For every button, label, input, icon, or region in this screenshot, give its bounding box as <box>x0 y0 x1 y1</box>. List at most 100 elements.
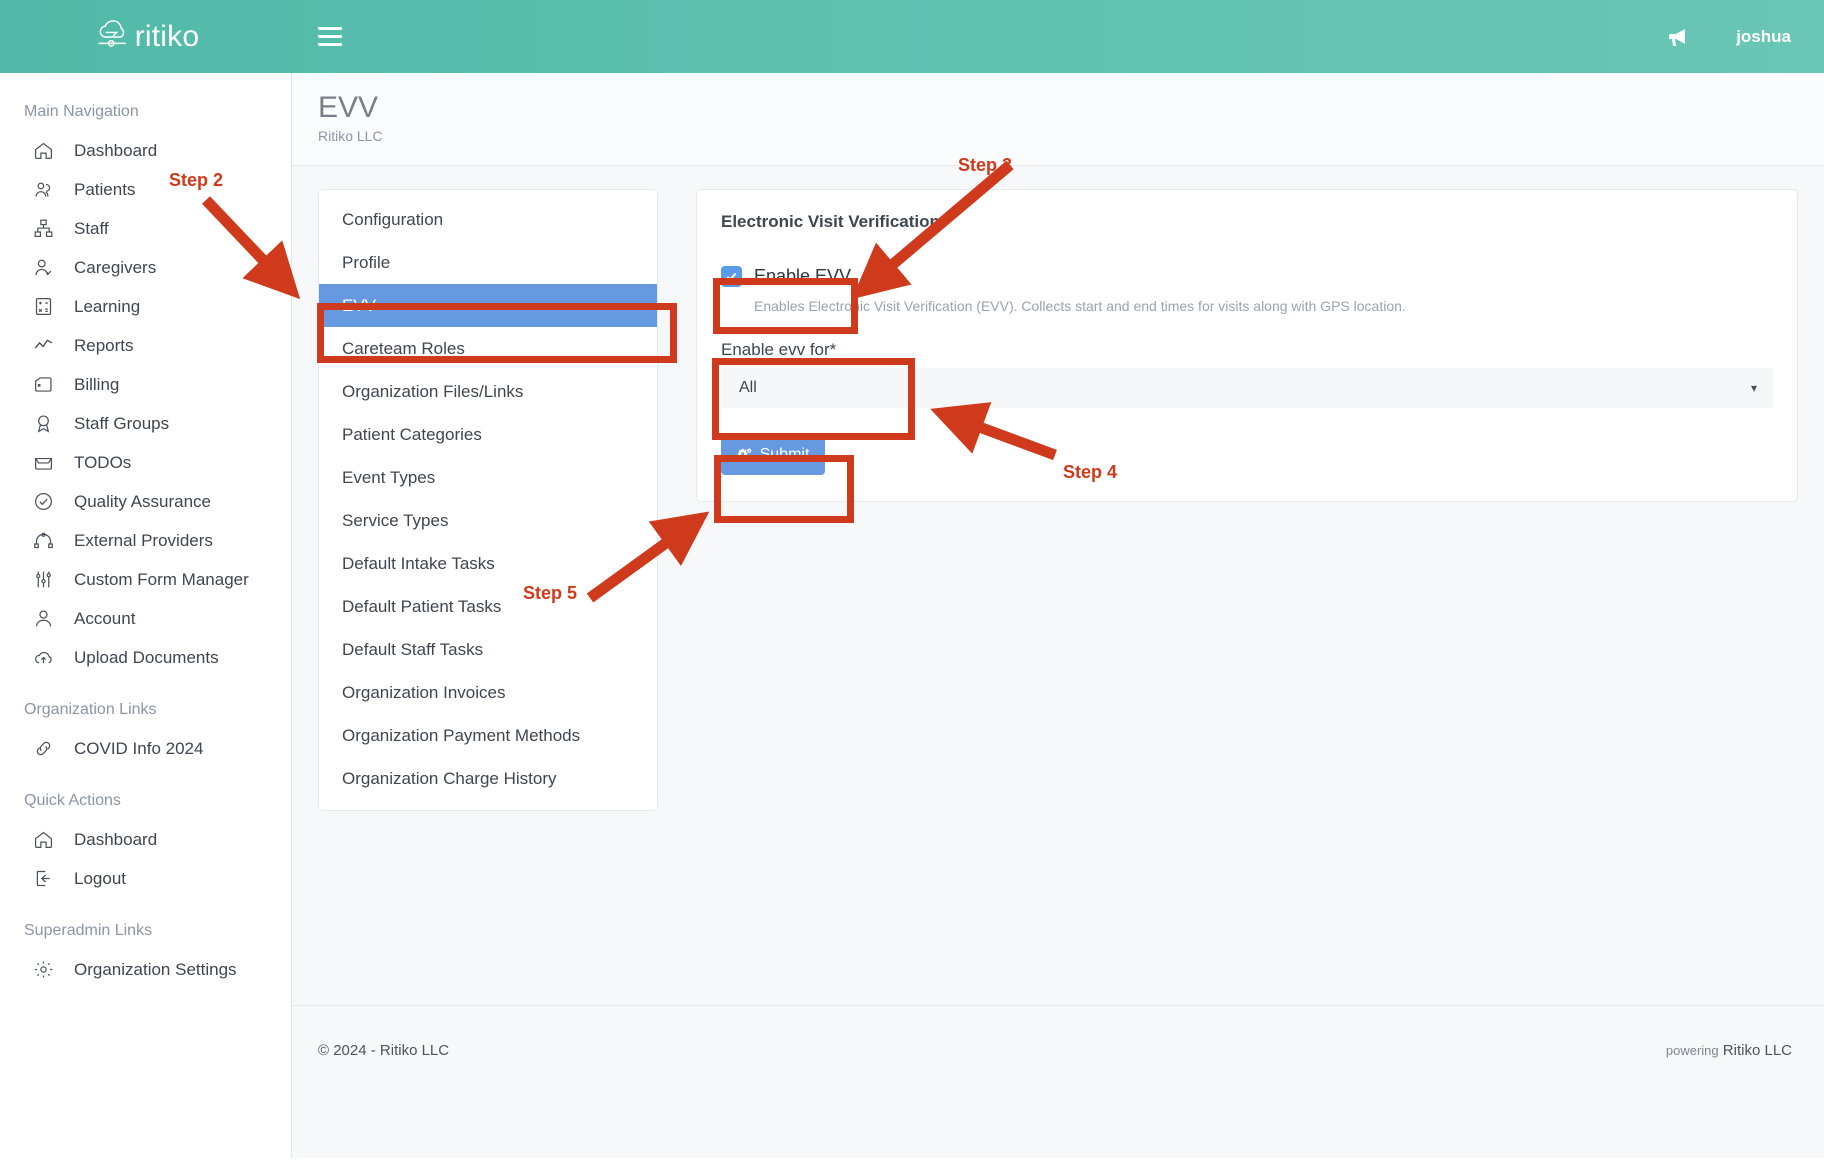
brand-logo-link[interactable]: ritiko <box>0 0 292 73</box>
wallet-icon <box>32 374 54 396</box>
config-item-default-intake-tasks[interactable]: Default Intake Tasks <box>319 542 657 585</box>
footer-powering-brand: Ritiko LLC <box>1723 1042 1792 1059</box>
sidebar-heading-organization-links: Organization Links <box>0 677 291 729</box>
panel-title: Electronic Visit Verification <box>721 212 1773 232</box>
award-icon <box>32 413 54 435</box>
sidebar-item-logout[interactable]: Logout <box>0 859 291 898</box>
sidebar-item-custom-form-manager[interactable]: Custom Form Manager <box>0 560 291 599</box>
page-title: EVV <box>318 91 1824 125</box>
sidebar-item-patients[interactable]: Patients <box>0 170 291 209</box>
user-check-icon <box>32 257 54 279</box>
config-item-service-types[interactable]: Service Types <box>319 499 657 542</box>
sidebar-item-caregivers[interactable]: Caregivers <box>0 248 291 287</box>
hamburger-menu-icon[interactable] <box>318 22 348 52</box>
logout-icon <box>32 868 54 890</box>
sidebar-item-label: Organization Settings <box>74 960 237 980</box>
sidebar-item-staff[interactable]: Staff <box>0 209 291 248</box>
brand-name: ritiko <box>135 20 200 54</box>
sidebar-item-quick-dashboard[interactable]: Dashboard <box>0 820 291 859</box>
home-icon <box>32 829 54 851</box>
config-item-default-patient-tasks[interactable]: Default Patient Tasks <box>319 585 657 628</box>
footer-powering: powering Ritiko LLC <box>1666 1042 1792 1059</box>
sidebar-item-quality-assurance[interactable]: Quality Assurance <box>0 482 291 521</box>
calculator-icon <box>32 296 54 318</box>
sidebar-item-label: Reports <box>74 336 134 356</box>
sidebar-item-label: Account <box>74 609 135 629</box>
sidebar: Main Navigation Dashboard Patients Staff… <box>0 73 292 1158</box>
sidebar-item-covid-info-2024[interactable]: COVID Info 2024 <box>0 729 291 768</box>
config-item-organization-invoices[interactable]: Organization Invoices <box>319 671 657 714</box>
checkmark-icon <box>725 270 738 283</box>
config-item-patient-categories[interactable]: Patient Categories <box>319 413 657 456</box>
enable-evv-row: Enable EVV <box>721 266 1773 287</box>
inbox-icon <box>32 452 54 474</box>
sliders-icon <box>32 569 54 591</box>
submit-button[interactable]: Submit <box>721 434 825 475</box>
sidebar-item-label: Staff <box>74 219 109 239</box>
sidebar-item-label: Dashboard <box>74 830 157 850</box>
sidebar-item-label: COVID Info 2024 <box>74 739 203 759</box>
sidebar-item-dashboard[interactable]: Dashboard <box>0 131 291 170</box>
enable-evv-for-label: Enable evv for* <box>721 340 1773 360</box>
enable-evv-label: Enable EVV <box>754 266 851 287</box>
config-item-organization-files-links[interactable]: Organization Files/Links <box>319 370 657 413</box>
sidebar-heading-quick-actions: Quick Actions <box>0 768 291 820</box>
enable-evv-for-value: All <box>739 379 757 397</box>
sidebar-item-label: Patients <box>74 180 135 200</box>
config-item-organization-charge-history[interactable]: Organization Charge History <box>319 757 657 800</box>
cogs-icon <box>737 447 753 463</box>
body-area: Configuration Profile EVV Careteam Roles… <box>292 166 1824 811</box>
sidebar-item-label: External Providers <box>74 531 213 551</box>
config-item-evv[interactable]: EVV <box>319 284 657 327</box>
configuration-menu: Configuration Profile EVV Careteam Roles… <box>318 189 658 811</box>
page-subtitle: Ritiko LLC <box>318 128 1824 144</box>
top-bar-right: joshua <box>1666 24 1824 50</box>
top-bar: ritiko joshua <box>0 0 1824 73</box>
sidebar-item-label: Quality Assurance <box>74 492 211 512</box>
config-item-careteam-roles[interactable]: Careteam Roles <box>319 327 657 370</box>
config-item-configuration[interactable]: Configuration <box>319 198 657 241</box>
chevron-down-icon: ▾ <box>1751 381 1757 395</box>
sidebar-item-todos[interactable]: TODOs <box>0 443 291 482</box>
link-icon <box>32 738 54 760</box>
sidebar-item-reports[interactable]: Reports <box>0 326 291 365</box>
network-icon <box>32 530 54 552</box>
page-header: EVV Ritiko LLC <box>292 73 1824 166</box>
sidebar-item-learning[interactable]: Learning <box>0 287 291 326</box>
sidebar-item-billing[interactable]: Billing <box>0 365 291 404</box>
config-item-default-staff-tasks[interactable]: Default Staff Tasks <box>319 628 657 671</box>
evv-settings-panel: Electronic Visit Verification Enable EVV… <box>696 189 1798 502</box>
sidebar-item-label: Custom Form Manager <box>74 570 249 590</box>
sidebar-item-staff-groups[interactable]: Staff Groups <box>0 404 291 443</box>
sidebar-item-upload-documents[interactable]: Upload Documents <box>0 638 291 677</box>
sidebar-item-account[interactable]: Account <box>0 599 291 638</box>
sidebar-item-label: Staff Groups <box>74 414 169 434</box>
sidebar-item-label: Upload Documents <box>74 648 219 668</box>
home-icon <box>32 140 54 162</box>
user-menu[interactable]: joshua <box>1736 27 1791 47</box>
enable-evv-help-text: Enables Electronic Visit Verification (E… <box>754 298 1773 314</box>
cloud-logo-icon <box>93 17 133 57</box>
sidebar-heading-superadmin-links: Superadmin Links <box>0 898 291 950</box>
enable-evv-checkbox[interactable] <box>721 266 742 287</box>
footer-powering-prefix: powering <box>1666 1043 1719 1058</box>
config-item-organization-payment-methods[interactable]: Organization Payment Methods <box>319 714 657 757</box>
sidebar-item-label: Caregivers <box>74 258 156 278</box>
submit-button-label: Submit <box>760 446 810 464</box>
sidebar-item-organization-settings[interactable]: Organization Settings <box>0 950 291 989</box>
sidebar-item-label: Logout <box>74 869 126 889</box>
sidebar-item-external-providers[interactable]: External Providers <box>0 521 291 560</box>
sidebar-item-label: TODOs <box>74 453 131 473</box>
users-icon <box>32 179 54 201</box>
footer: © 2024 - Ritiko LLC powering Ritiko LLC <box>292 1005 1824 1158</box>
sidebar-heading-main-navigation: Main Navigation <box>0 91 291 131</box>
megaphone-icon[interactable] <box>1666 24 1692 50</box>
gear-icon <box>32 959 54 981</box>
chart-line-icon <box>32 335 54 357</box>
config-item-profile[interactable]: Profile <box>319 241 657 284</box>
cloud-upload-icon <box>32 647 54 669</box>
sitemap-icon <box>32 218 54 240</box>
check-circle-icon <box>32 491 54 513</box>
enable-evv-for-select[interactable]: All ▾ <box>721 368 1773 408</box>
config-item-event-types[interactable]: Event Types <box>319 456 657 499</box>
